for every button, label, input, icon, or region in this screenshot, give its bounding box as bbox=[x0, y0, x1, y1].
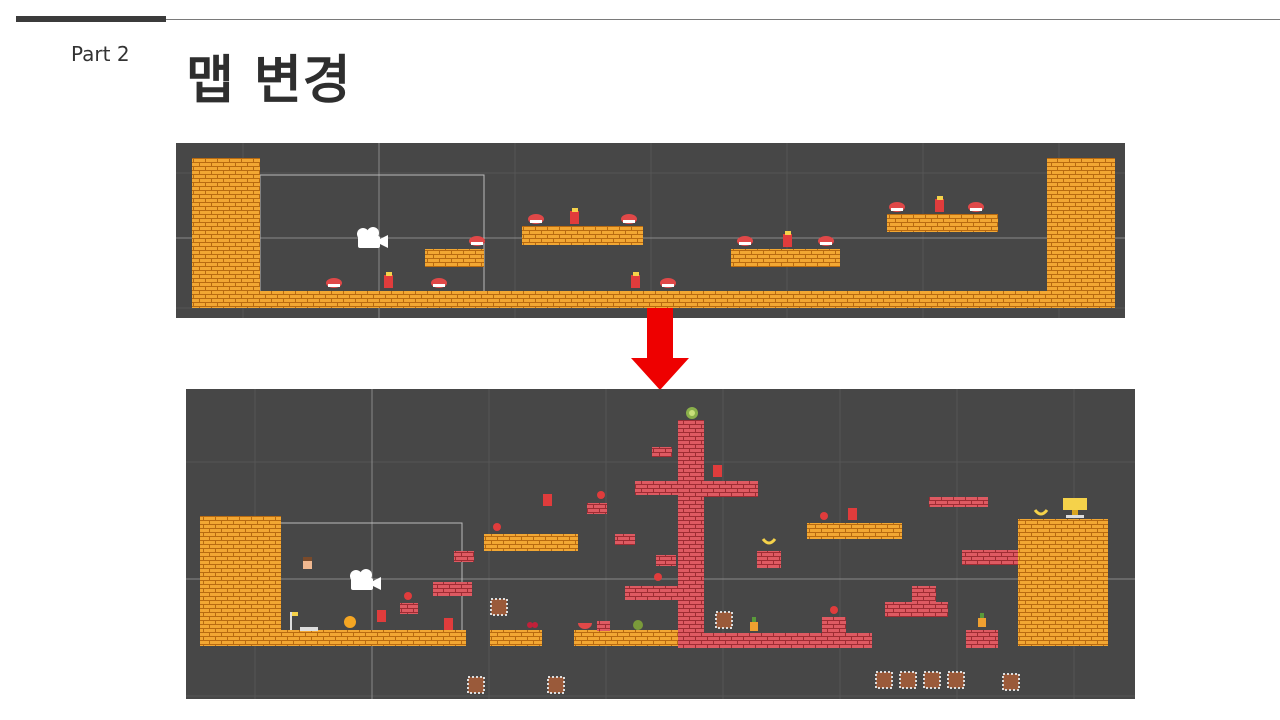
mushroom-enemy bbox=[431, 278, 447, 288]
apple-item bbox=[404, 592, 412, 600]
apple-item bbox=[830, 606, 838, 614]
mushroom-enemy bbox=[737, 236, 753, 246]
strawberry-enemy bbox=[570, 208, 579, 224]
mushroom-enemy bbox=[968, 202, 984, 212]
strawberry-enemy bbox=[713, 465, 722, 477]
strawberry-enemy bbox=[631, 272, 640, 288]
apple-item bbox=[597, 491, 605, 499]
grid bbox=[186, 389, 1135, 699]
enemies bbox=[377, 465, 857, 630]
apple-item bbox=[493, 523, 501, 531]
apple-item bbox=[654, 573, 662, 581]
mushroom-enemy bbox=[621, 214, 637, 224]
slide-title: 맵 변경 bbox=[186, 51, 352, 111]
enemies bbox=[326, 196, 984, 288]
orange-item bbox=[344, 616, 356, 628]
strawberry-enemy bbox=[848, 508, 857, 520]
map-before-scene bbox=[176, 143, 1125, 318]
strawberry-enemy bbox=[935, 196, 944, 212]
part-label: Part 2 bbox=[71, 42, 130, 66]
mushroom-enemy bbox=[528, 214, 544, 224]
camera-icon[interactable] bbox=[357, 227, 388, 248]
pineapple-item bbox=[978, 613, 986, 627]
mushroom-enemy bbox=[469, 236, 485, 246]
watermelon-item bbox=[578, 623, 592, 629]
header-divider bbox=[166, 19, 1280, 20]
trophy-icon bbox=[1063, 498, 1087, 518]
kiwi-item bbox=[633, 620, 643, 630]
player-character bbox=[303, 557, 312, 569]
banana-item bbox=[1033, 509, 1049, 516]
strawberry-enemy bbox=[377, 610, 386, 622]
pineapple-item bbox=[750, 617, 758, 631]
apple-item bbox=[820, 512, 828, 520]
strawberry-enemy bbox=[444, 618, 453, 630]
start-checkpoint bbox=[290, 612, 318, 631]
orange-brick-tiles bbox=[200, 516, 1108, 646]
mushroom-enemy bbox=[818, 236, 834, 246]
mushroom-enemy bbox=[326, 278, 342, 288]
cherry-item bbox=[527, 622, 538, 628]
mushroom-enemy bbox=[889, 202, 905, 212]
mushroom-enemy bbox=[660, 278, 676, 288]
camera-icon[interactable] bbox=[350, 569, 381, 590]
strawberry-enemy bbox=[783, 231, 792, 247]
map-after-scene bbox=[186, 389, 1135, 699]
banana-item bbox=[761, 538, 777, 545]
header-accent-bar bbox=[16, 16, 166, 22]
down-arrow-icon bbox=[631, 308, 689, 390]
melon-item bbox=[686, 407, 698, 419]
strawberry-enemy bbox=[384, 272, 393, 288]
strawberry-enemy bbox=[543, 494, 552, 506]
